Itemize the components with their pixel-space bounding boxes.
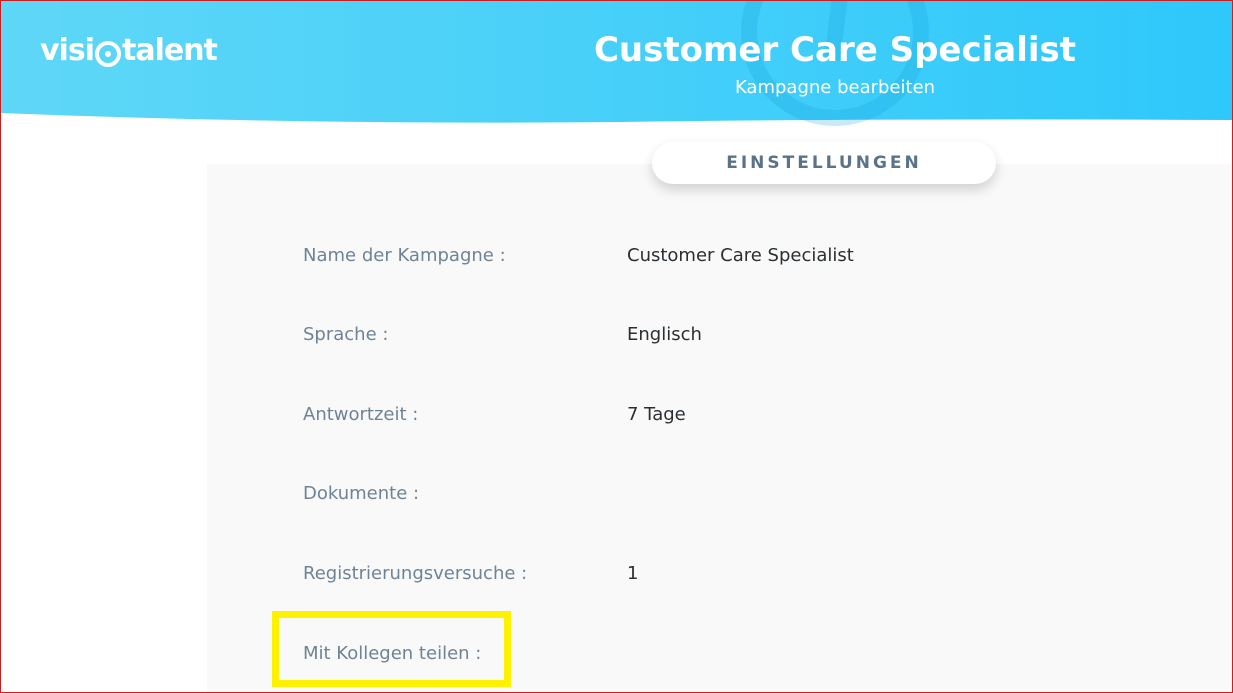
registration-attempts-value: 1 bbox=[627, 563, 639, 584]
page-title: Customer Care Specialist bbox=[593, 30, 1077, 70]
response-time-label: Antwortzeit : bbox=[303, 404, 419, 425]
registration-attempts-label: Registrierungsversuche : bbox=[303, 563, 528, 584]
highlight-box bbox=[272, 611, 511, 687]
page-subtitle: Kampagne bearbeiten bbox=[734, 77, 936, 98]
tab-einstellungen[interactable]: EINSTELLUNGEN bbox=[652, 142, 996, 184]
visiotalent-logo[interactable]: visi talent bbox=[40, 33, 218, 68]
header-background bbox=[0, 0, 1233, 126]
language-label: Sprache : bbox=[303, 324, 389, 345]
language-value: Englisch bbox=[627, 324, 702, 345]
campaign-name-label: Name der Kampagne : bbox=[303, 245, 506, 266]
logo-eye-icon bbox=[94, 40, 121, 67]
logo-text-part-1: visi bbox=[40, 33, 95, 68]
tab-einstellungen-label: EINSTELLUNGEN bbox=[726, 153, 922, 173]
logo-text-part-2: talent bbox=[121, 33, 218, 68]
response-time-value: 7 Tage bbox=[627, 404, 686, 425]
campaign-name-value: Customer Care Specialist bbox=[627, 245, 854, 266]
documents-label: Dokumente : bbox=[303, 483, 420, 504]
